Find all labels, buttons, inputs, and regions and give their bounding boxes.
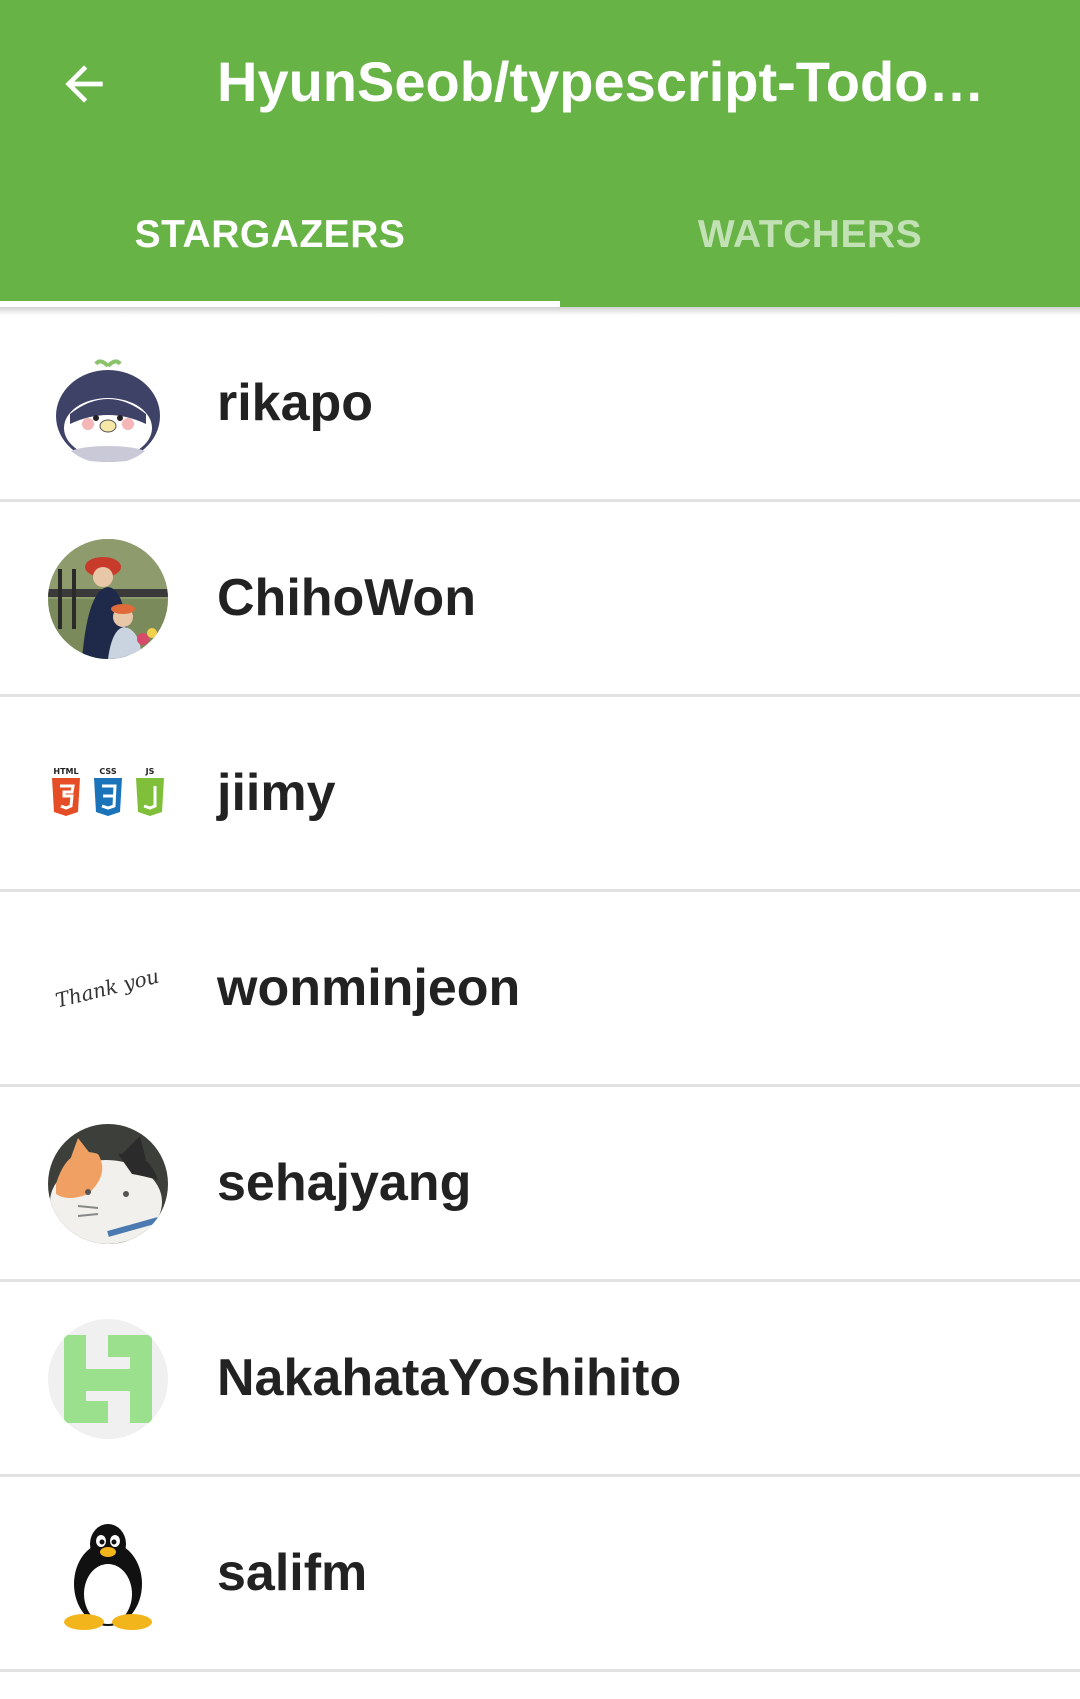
app-bar-shadow [0, 307, 1080, 315]
painting-avatar [48, 539, 168, 659]
list-item[interactable]: HTML CSS JS jiimy [0, 697, 1080, 892]
username: NakahataYoshihito [217, 1349, 682, 1407]
list-item[interactable]: ChihoWon [0, 502, 1080, 697]
tab-bar: STARGAZERS WATCHERS [0, 185, 1080, 307]
thank-you-handwriting-avatar: Thank you [48, 929, 168, 1049]
list-item[interactable]: Thank you wonminjeon [0, 892, 1080, 1087]
user-list: rikapo ChihoWon HTML CSS JS jiimy Thank … [0, 307, 1080, 1672]
back-button[interactable] [40, 40, 128, 128]
list-item[interactable]: salifm [0, 1477, 1080, 1672]
green-identicon-avatar [48, 1319, 168, 1439]
tab-watchers-label: WATCHERS [697, 213, 923, 256]
page-title: HyunSeob/typescript-TodoM… [217, 50, 1027, 113]
html-css-js-logos-avatar: HTML CSS JS [48, 734, 168, 854]
html-logo-label: HTML [53, 767, 78, 776]
list-item[interactable]: sehajyang [0, 1087, 1080, 1282]
username: rikapo [217, 374, 374, 432]
username: ChihoWon [217, 569, 476, 627]
app-bar: HyunSeob/typescript-TodoM… STARGAZERS WA… [0, 0, 1080, 307]
calico-cat-plush-avatar [48, 1124, 168, 1244]
username: wonminjeon [217, 959, 521, 1017]
arrow-left-icon [65, 65, 103, 103]
toolbar: HyunSeob/typescript-TodoM… [0, 0, 1080, 165]
list-item[interactable]: rikapo [0, 307, 1080, 502]
tab-stargazers[interactable]: STARGAZERS [0, 185, 540, 307]
penguin-bird-avatar [48, 344, 168, 464]
css-logo-label: CSS [99, 767, 116, 776]
username: salifm [217, 1544, 368, 1602]
tab-stargazers-label: STARGAZERS [134, 213, 406, 256]
tab-watchers[interactable]: WATCHERS [540, 185, 1080, 307]
username: sehajyang [217, 1154, 472, 1212]
username: jiimy [217, 764, 336, 822]
tux-penguin-avatar [48, 1514, 168, 1634]
js-logo-label: JS [145, 767, 155, 776]
list-item[interactable]: NakahataYoshihito [0, 1282, 1080, 1477]
